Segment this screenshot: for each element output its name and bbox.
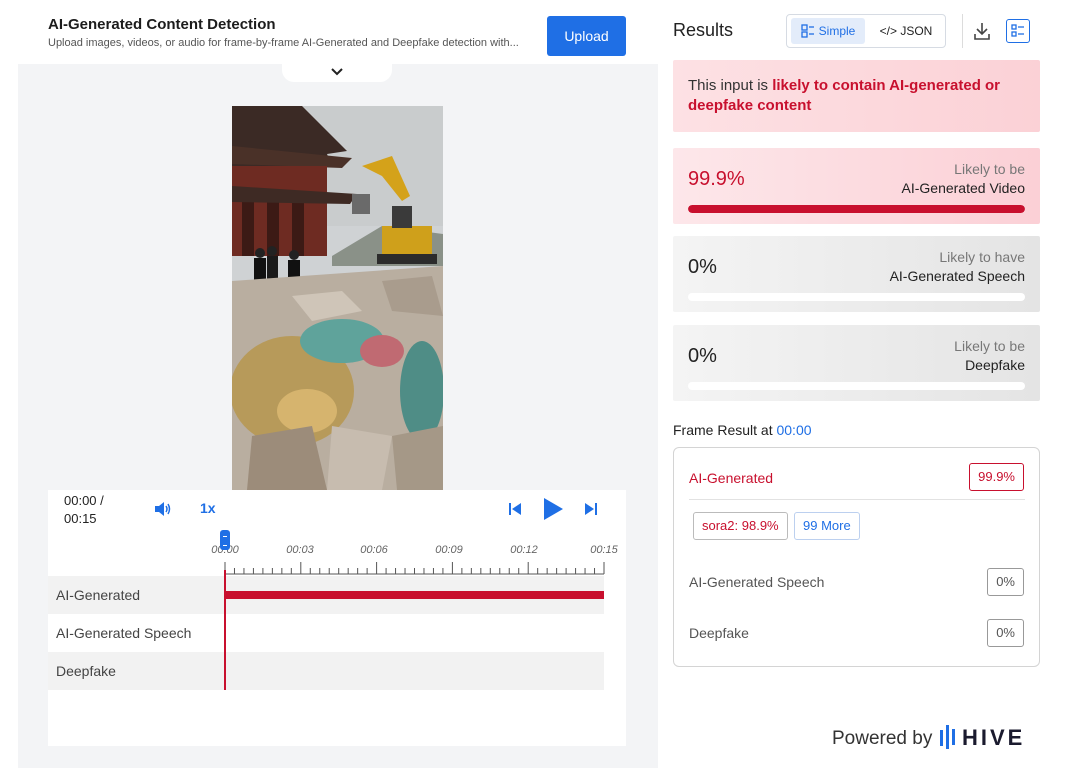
tick-label: 00:03 xyxy=(286,544,314,556)
time-total: 00:15 xyxy=(64,511,97,526)
tick-label: 00:15 xyxy=(590,544,618,556)
app-root: AI-Generated Content Detection Upload im… xyxy=(0,0,1080,768)
toggle-simple[interactable]: Simple xyxy=(791,18,865,44)
time-ruler[interactable]: 00:00 00:03 00:06 00:09 00:12 00:15 xyxy=(48,530,626,578)
track-row-ai-generated: AI-Generated xyxy=(48,576,604,614)
tick-label: 00:12 xyxy=(510,544,538,556)
frame-time: 00:00 xyxy=(776,422,812,438)
score-bar xyxy=(688,382,1025,390)
chevron-down-icon xyxy=(331,68,343,76)
playback-speed-button[interactable]: 1x xyxy=(200,500,216,516)
hive-logo-icon xyxy=(940,725,955,749)
frame-result-heading: Frame Result at 00:00 xyxy=(673,422,812,438)
panel-header: AI-Generated Content Detection Upload im… xyxy=(18,0,658,64)
playhead-line xyxy=(224,570,226,690)
skip-forward-icon[interactable] xyxy=(584,502,598,516)
tick-label: 00:09 xyxy=(435,544,463,556)
time-current: 00:00 / xyxy=(64,493,104,508)
frame-deepfake-value: 0% xyxy=(987,619,1024,647)
score-card-ai-video: 99.9% Likely to be AI-Generated Video xyxy=(673,148,1040,224)
page-title: AI-Generated Content Detection xyxy=(48,16,276,33)
track-label: Deepfake xyxy=(56,663,116,679)
track-row-deepfake: Deepfake xyxy=(48,652,604,690)
volume-icon[interactable] xyxy=(154,501,172,517)
toggle-json[interactable]: </> JSON xyxy=(869,18,943,44)
score-value: 0% xyxy=(688,256,717,278)
score-card-deepfake: 0% Likely to be Deepfake xyxy=(673,325,1040,401)
frame-ai-label: AI-Generated xyxy=(689,470,774,486)
score-category: AI-Generated Speech xyxy=(889,268,1025,284)
scrubber-handle[interactable] xyxy=(220,530,230,550)
collapse-toggle[interactable] xyxy=(282,62,392,82)
skip-back-icon[interactable] xyxy=(508,502,522,516)
score-card-ai-speech: 0% Likely to have AI-Generated Speech xyxy=(673,236,1040,312)
frame-result-label: Frame Result at xyxy=(673,422,777,438)
list-view-icon xyxy=(801,24,814,38)
score-caption: Likely to be xyxy=(954,338,1025,354)
frame-speech-label: AI-Generated Speech xyxy=(689,574,825,590)
ruler-ticks xyxy=(224,562,605,575)
track-bar-ai-generated[interactable] xyxy=(226,591,604,599)
score-value: 0% xyxy=(688,345,717,367)
hive-brand: HIVE xyxy=(962,725,1026,750)
video-frame-image xyxy=(232,106,443,490)
score-bar xyxy=(688,293,1025,301)
panel-layout-icon xyxy=(1011,24,1024,37)
layout-toggle-button[interactable] xyxy=(1006,19,1030,43)
powered-by-label: Powered by xyxy=(832,728,933,749)
score-caption: Likely to have xyxy=(939,249,1025,265)
track-label: AI-Generated Speech xyxy=(56,625,192,641)
frame-divider xyxy=(689,499,1025,500)
frame-result-card: AI-Generated 99.9% sora2: 98.9% 99 More … xyxy=(673,447,1040,667)
verdict-prefix: This input is xyxy=(688,77,773,94)
video-preview[interactable] xyxy=(232,106,443,490)
score-caption: Likely to be xyxy=(954,161,1025,177)
play-icon[interactable] xyxy=(542,497,564,521)
view-toggle: Simple </> JSON xyxy=(786,14,946,48)
frame-ai-value: 99.9% xyxy=(969,463,1024,491)
download-icon[interactable] xyxy=(972,20,992,42)
verdict-alert: This input is likely to contain AI-gener… xyxy=(673,60,1040,132)
results-title: Results xyxy=(673,20,734,40)
tick-label: 00:06 xyxy=(360,544,388,556)
track-label: AI-Generated xyxy=(56,587,141,603)
more-models-chip[interactable]: 99 More xyxy=(794,512,860,540)
score-category: Deepfake xyxy=(965,357,1025,373)
score-bar-fill xyxy=(688,205,1025,213)
timeline-panel: 00:00 / 00:15 1x 00:00 00:03 00:06 00:09… xyxy=(48,490,626,746)
score-bar xyxy=(688,205,1025,213)
time-readout: 00:00 / 00:15 xyxy=(64,492,104,528)
score-category: AI-Generated Video xyxy=(901,180,1026,196)
frame-deepfake-label: Deepfake xyxy=(689,625,749,641)
upload-button[interactable]: Upload xyxy=(547,16,626,56)
page-subtitle: Upload images, videos, or audio for fram… xyxy=(48,37,519,49)
toolbar-divider xyxy=(962,14,963,48)
frame-speech-value: 0% xyxy=(987,568,1024,596)
track-row-ai-speech: AI-Generated Speech xyxy=(48,614,604,652)
model-chip-sora2[interactable]: sora2: 98.9% xyxy=(693,512,788,540)
toggle-simple-label: Simple xyxy=(818,24,856,38)
score-value: 99.9% xyxy=(688,168,745,190)
upload-panel: AI-Generated Content Detection Upload im… xyxy=(18,0,658,768)
